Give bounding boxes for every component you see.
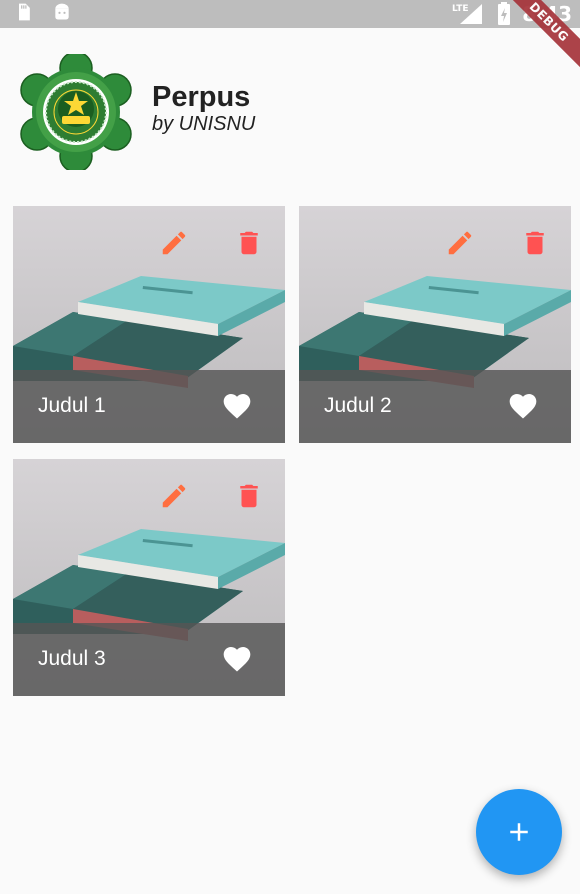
page-title: Perpus	[152, 81, 251, 113]
network-type-label: LTE	[452, 4, 469, 14]
delete-icon[interactable]	[234, 481, 264, 511]
book-card[interactable]: Judul 3	[13, 459, 285, 696]
book-title: Judul 3	[38, 647, 106, 670]
edit-icon[interactable]	[159, 481, 189, 511]
signal-icon: LTE	[452, 4, 483, 24]
page-subtitle: by UNISNU	[152, 113, 256, 135]
card-footer: Judul 3	[13, 623, 285, 696]
unisnu-logo	[20, 54, 132, 170]
add-icon	[510, 823, 528, 841]
edit-icon[interactable]	[445, 228, 475, 258]
android-icon	[55, 3, 69, 20]
book-title: Judul 2	[324, 394, 392, 417]
heart-icon[interactable]	[507, 390, 539, 422]
card-footer: Judul 2	[299, 370, 571, 443]
heart-icon[interactable]	[221, 390, 253, 422]
book-card[interactable]: Judul 2	[299, 206, 571, 443]
delete-icon[interactable]	[520, 228, 550, 258]
add-book-button[interactable]	[476, 789, 562, 875]
book-card[interactable]: Judul 1	[13, 206, 285, 443]
heart-icon[interactable]	[221, 643, 253, 675]
book-title: Judul 1	[38, 394, 106, 417]
card-footer: Judul 1	[13, 370, 285, 443]
sd-card-icon	[19, 3, 30, 21]
edit-icon[interactable]	[159, 228, 189, 258]
delete-icon[interactable]	[234, 228, 264, 258]
status-bar: LTE 8:43 DEBUG	[0, 0, 580, 76]
battery-charging-icon	[498, 2, 511, 25]
app-header: Perpus by UNISNU	[18, 54, 255, 170]
